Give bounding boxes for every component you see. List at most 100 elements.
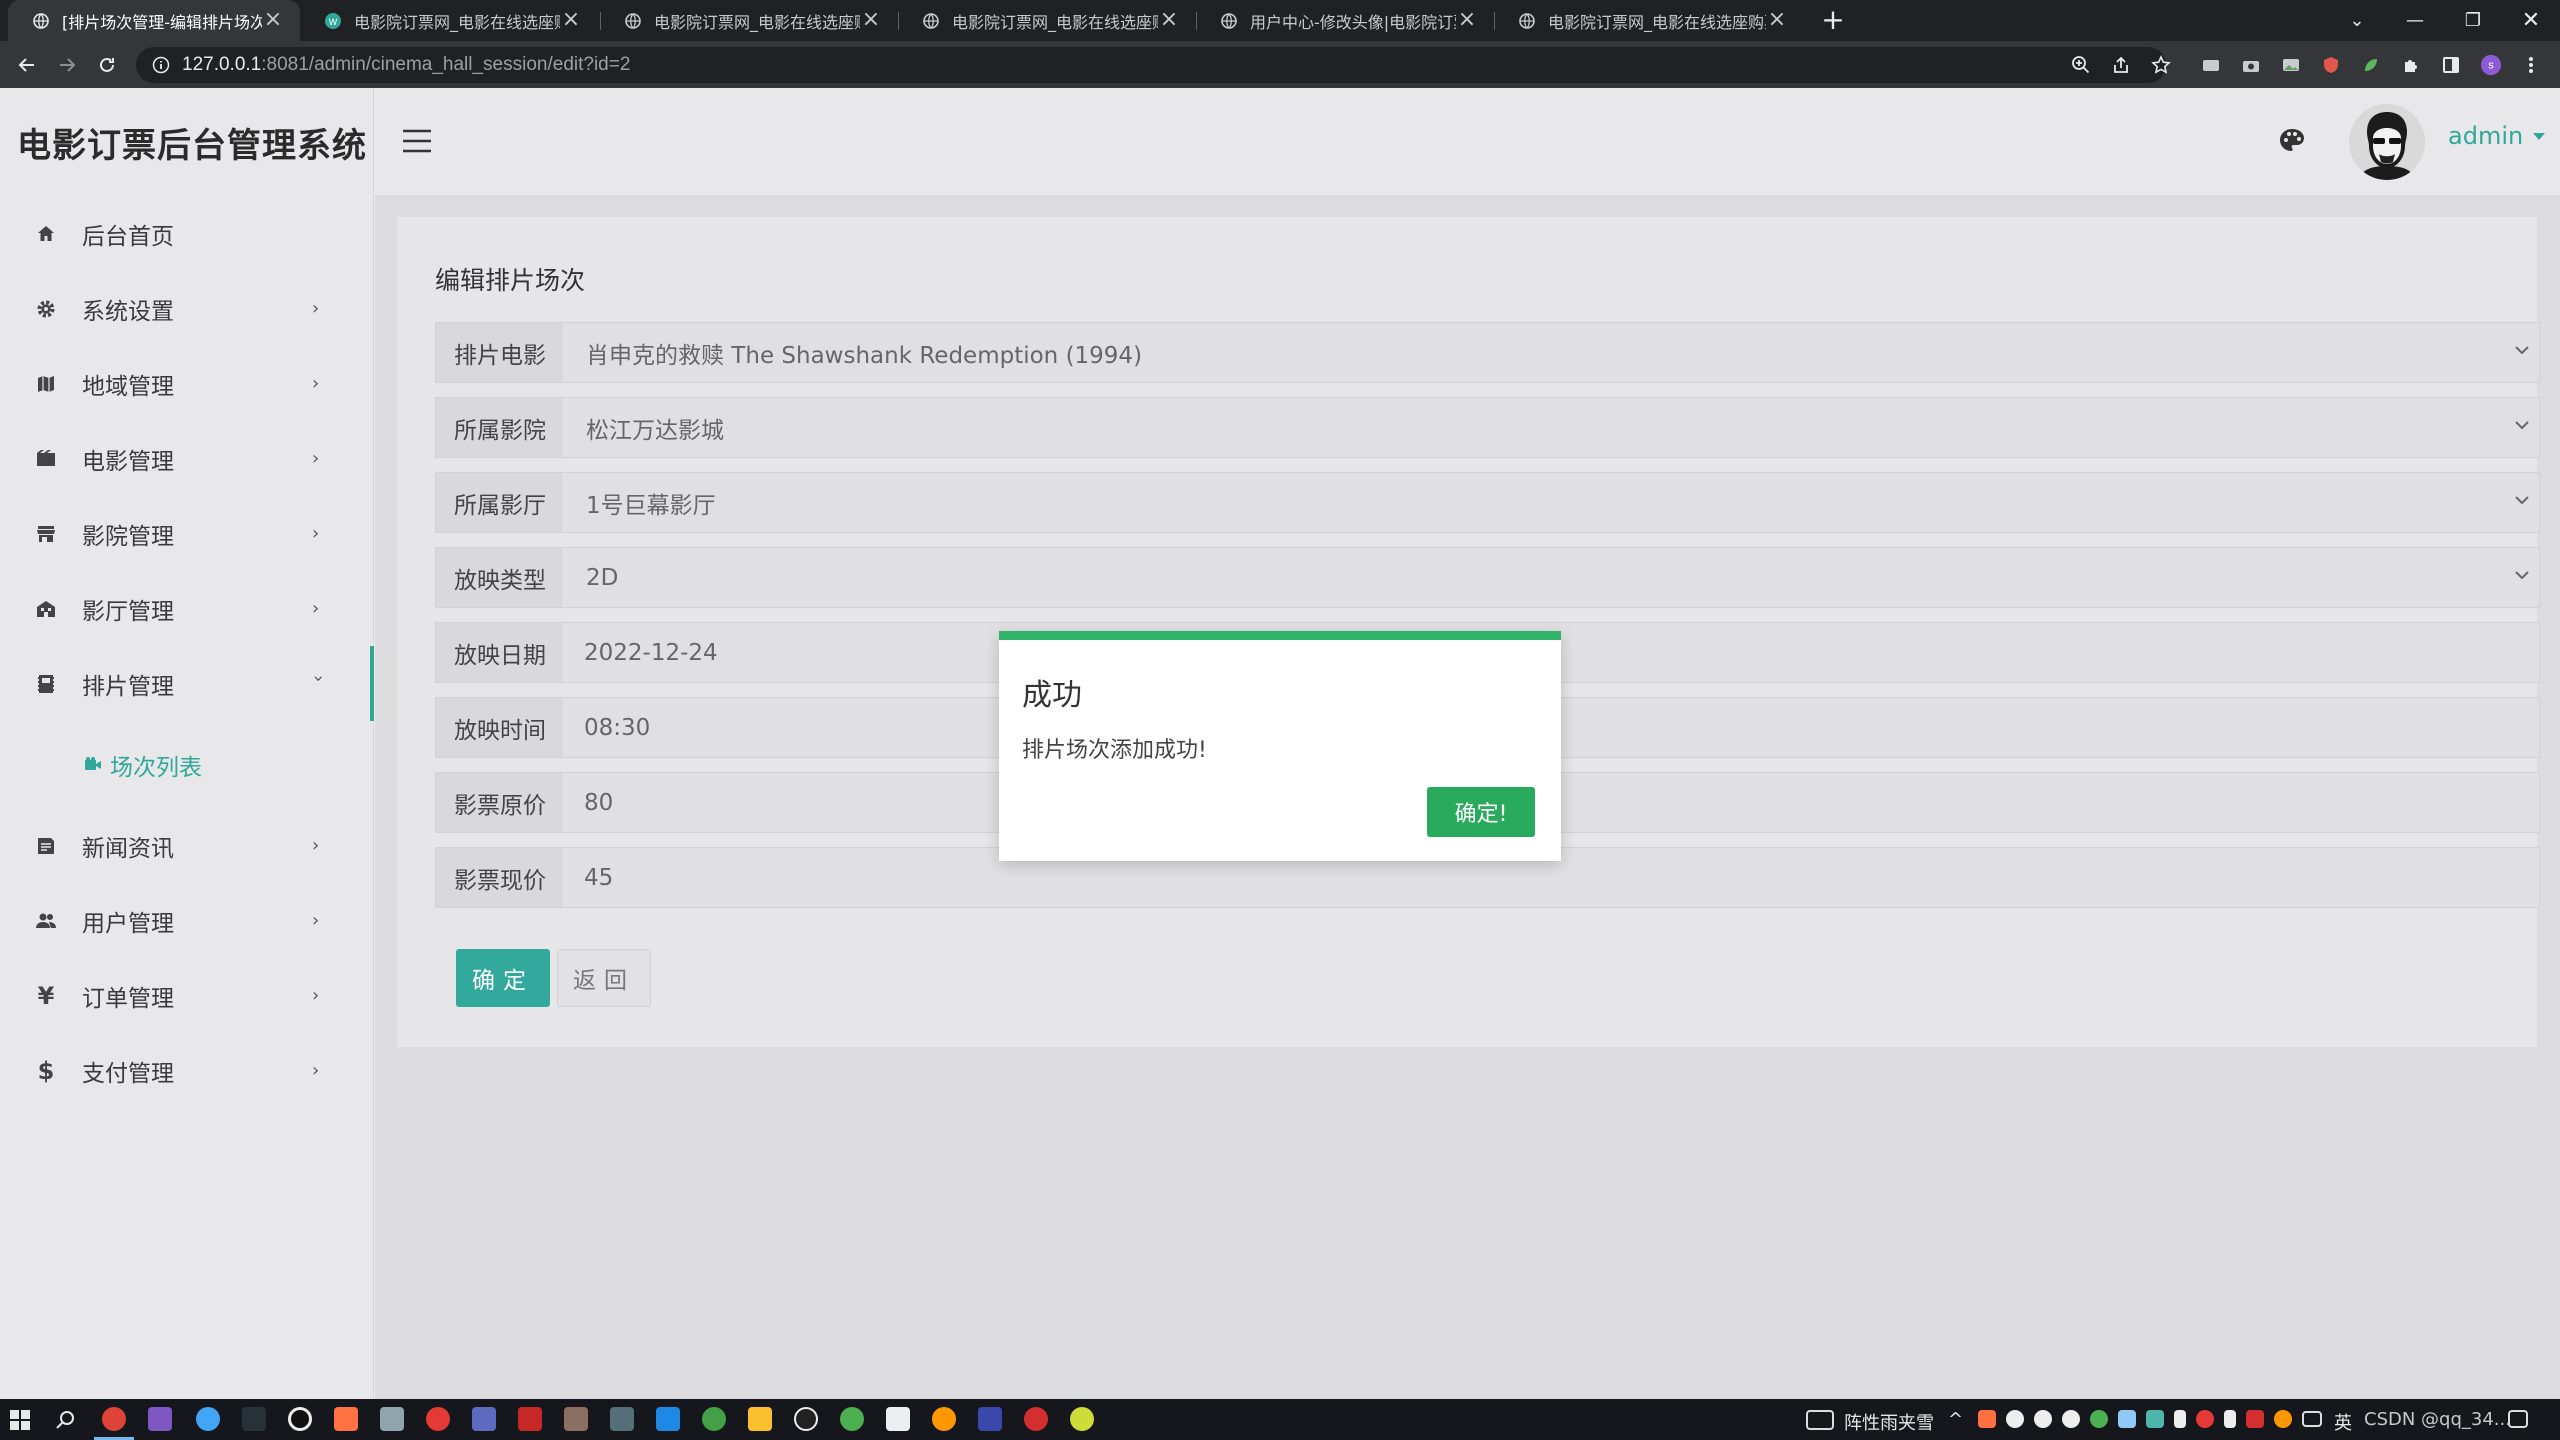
avatar[interactable] <box>2349 104 2425 180</box>
tray-icon[interactable] <box>2034 1410 2052 1428</box>
app-icon[interactable] <box>1024 1407 1048 1431</box>
word-icon[interactable] <box>656 1407 680 1431</box>
info-icon[interactable] <box>152 56 170 74</box>
new-tab-button[interactable]: + <box>1818 6 1848 36</box>
tab-close-icon[interactable]: × <box>860 8 882 32</box>
app-icon[interactable] <box>886 1407 910 1431</box>
tab-search-icon[interactable]: ⌄ <box>2328 0 2386 41</box>
app-icon[interactable] <box>288 1407 312 1431</box>
app-icon[interactable] <box>148 1407 172 1431</box>
app-icon[interactable] <box>794 1407 818 1431</box>
browser-tab[interactable]: 电影院订票网_电影在线选座购票 × <box>898 0 1196 41</box>
close-window-button[interactable]: ✕ <box>2502 0 2560 41</box>
extension-folder-icon[interactable] <box>2200 54 2222 76</box>
sidebar-item-cinemas[interactable]: 影院管理 › <box>0 496 373 571</box>
screening-type-select[interactable]: 2D <box>562 548 2539 607</box>
image-icon[interactable] <box>2280 54 2302 76</box>
weather-text[interactable]: 阵性雨夹雪 <box>1844 1409 1934 1435</box>
tray-icon[interactable] <box>2274 1410 2292 1428</box>
notification-icon[interactable] <box>2508 1410 2528 1428</box>
tray-icon[interactable] <box>2118 1410 2136 1428</box>
back-button[interactable]: 返回 <box>557 949 651 1007</box>
tray-chevron-icon[interactable]: ^ <box>1948 1409 1963 1430</box>
sidebar-item-payments[interactable]: $ 支付管理 › <box>0 1033 373 1108</box>
shield-icon[interactable] <box>2320 54 2342 76</box>
app-icon[interactable] <box>564 1407 588 1431</box>
tray-icon[interactable] <box>2174 1410 2186 1428</box>
share-icon[interactable] <box>2110 54 2132 76</box>
tray-icon[interactable] <box>2246 1410 2264 1428</box>
camera-icon[interactable] <box>2240 54 2262 76</box>
app-icon[interactable] <box>196 1407 220 1431</box>
hamburger-menu-icon[interactable] <box>401 128 433 154</box>
app-icon[interactable] <box>472 1407 496 1431</box>
app-icon[interactable] <box>426 1407 450 1431</box>
app-icon[interactable] <box>242 1407 266 1431</box>
leaf-extension-icon[interactable] <box>2360 54 2382 76</box>
bookmark-star-icon[interactable] <box>2150 54 2172 76</box>
tray-icon[interactable] <box>2090 1410 2108 1428</box>
app-icon[interactable] <box>334 1407 358 1431</box>
network-icon[interactable] <box>2302 1411 2322 1427</box>
back-button[interactable] <box>12 50 42 80</box>
minimize-button[interactable]: — <box>2386 0 2444 41</box>
app-icon[interactable] <box>978 1407 1002 1431</box>
app-icon[interactable] <box>702 1407 726 1431</box>
sidebar-item-halls[interactable]: 影厅管理 › <box>0 571 373 646</box>
ime-indicator[interactable]: 英 <box>2334 1409 2352 1435</box>
sidebar-item-home[interactable]: 后台首页 <box>0 196 373 271</box>
chrome-icon[interactable] <box>102 1407 126 1431</box>
restore-button[interactable]: ❐ <box>2444 0 2502 41</box>
sidebar-item-orders[interactable]: ¥ 订单管理 › <box>0 958 373 1033</box>
app-icon[interactable] <box>380 1407 404 1431</box>
browser-tab[interactable]: 电影院订票网_电影在线选座购票 × <box>600 0 898 41</box>
forward-button[interactable] <box>52 50 82 80</box>
browser-tab-active[interactable]: [排片场次管理-编辑排片场次 × <box>8 0 300 41</box>
hall-select[interactable]: 1号巨幕影厅 <box>562 473 2539 532</box>
movie-select[interactable]: 肖申克的救赎 The Shawshank Redemption (1994) <box>562 323 2539 382</box>
file-explorer-icon[interactable] <box>748 1407 772 1431</box>
tab-close-icon[interactable]: × <box>262 8 284 32</box>
sidebar-item-region[interactable]: 地域管理 › <box>0 346 373 421</box>
kebab-menu-icon[interactable] <box>2520 54 2542 76</box>
windows-start-icon[interactable] <box>10 1410 30 1430</box>
tray-icon[interactable] <box>2196 1410 2214 1428</box>
sidebar-subitem-session-list[interactable]: 场次列表 <box>0 721 373 808</box>
side-panel-icon[interactable] <box>2440 54 2462 76</box>
app-icon[interactable] <box>1070 1407 1094 1431</box>
search-icon[interactable] <box>55 1409 77 1431</box>
app-icon[interactable] <box>932 1407 956 1431</box>
browser-tab[interactable]: 电影院订票网_电影在线选座购票 × <box>1494 0 1804 41</box>
tray-icon[interactable] <box>2062 1410 2080 1428</box>
browser-tab[interactable]: W 电影院订票网_电影在线选座购票 × <box>300 0 598 41</box>
user-menu[interactable]: admin <box>2448 122 2546 150</box>
palette-icon[interactable] <box>2277 126 2307 156</box>
sidebar-item-users[interactable]: 用户管理 › <box>0 883 373 958</box>
puzzle-icon[interactable] <box>2400 54 2422 76</box>
sidebar-item-news[interactable]: 新闻资讯 › <box>0 808 373 883</box>
tab-close-icon[interactable]: × <box>1158 8 1180 32</box>
sidebar-item-schedule[interactable]: 排片管理 › <box>0 646 374 721</box>
weather-icon[interactable] <box>1806 1410 1834 1430</box>
address-bar[interactable]: 127.0.0.1:8081/admin/cinema_hall_session… <box>136 47 2166 83</box>
tray-icon[interactable] <box>2006 1410 2024 1428</box>
profile-avatar-icon[interactable]: s <box>2480 54 2502 76</box>
cinema-select[interactable]: 松江万达影城 <box>562 398 2539 457</box>
tray-icon[interactable] <box>2146 1410 2164 1428</box>
submit-button[interactable]: 确定 <box>456 949 550 1007</box>
browser-tab[interactable]: 用户中心-修改头像|电影院订票网 × <box>1196 0 1494 41</box>
wechat-icon[interactable] <box>840 1407 864 1431</box>
zoom-icon[interactable] <box>2070 54 2092 76</box>
tab-close-icon[interactable]: × <box>560 8 582 32</box>
tab-close-icon[interactable]: × <box>1766 8 1788 32</box>
dialog-ok-button[interactable]: 确定! <box>1427 787 1535 837</box>
tray-icon[interactable] <box>1978 1410 1996 1428</box>
sidebar-item-movies[interactable]: 电影管理 › <box>0 421 373 496</box>
microphone-icon[interactable] <box>2224 1410 2236 1428</box>
sidebar-item-settings[interactable]: 系统设置 › <box>0 271 373 346</box>
app-icon[interactable] <box>518 1407 542 1431</box>
tab-close-icon[interactable]: × <box>1456 8 1478 32</box>
reload-button[interactable] <box>92 50 122 80</box>
app-icon[interactable] <box>610 1407 634 1431</box>
tab-label: 电影院订票网_电影在线选座购票 <box>952 12 1158 32</box>
